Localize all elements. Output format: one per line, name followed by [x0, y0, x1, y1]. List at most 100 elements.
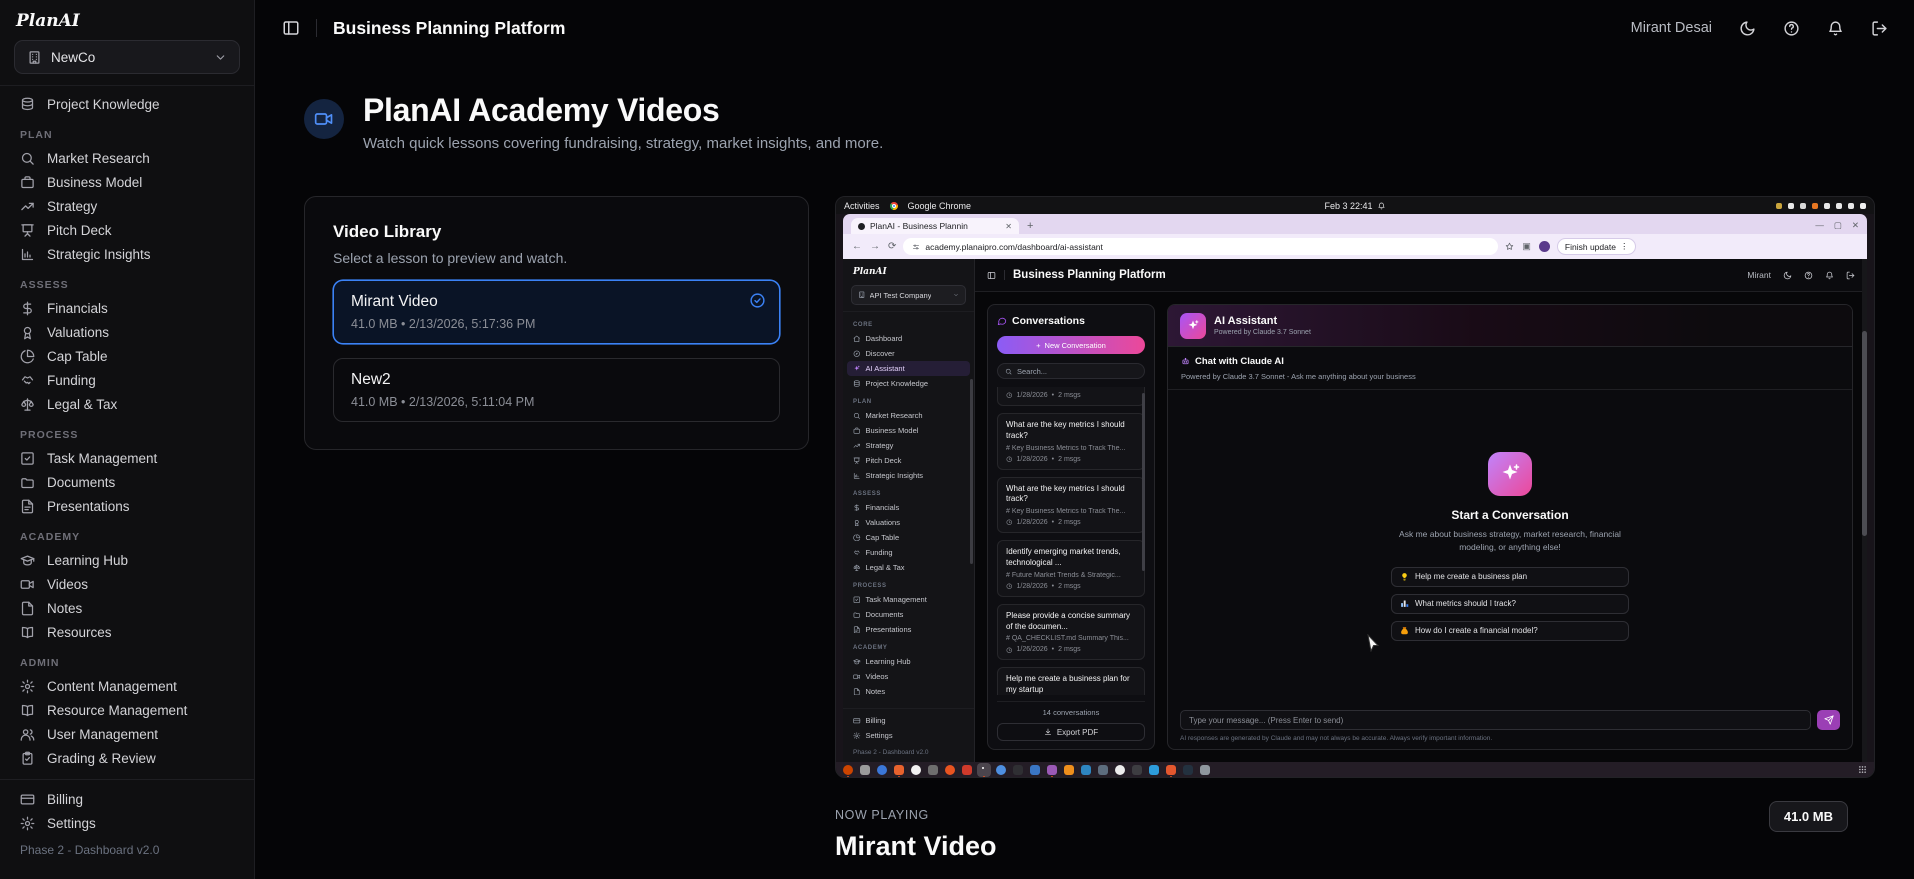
- database-icon: [20, 97, 35, 112]
- search-icon: [20, 151, 35, 166]
- sidebar-item-pitch-deck[interactable]: Pitch Deck: [0, 218, 254, 242]
- ai-sparkle-icon: [1180, 312, 1206, 339]
- sidebar-item-label: Cap Table: [47, 348, 108, 364]
- tune-icon: [912, 243, 920, 251]
- conversation-item: What are the key metrics I should track?…: [997, 476, 1145, 534]
- sidebar-item-learning-hub[interactable]: Learning Hub: [0, 548, 254, 572]
- video-meta: 41.0 MB • 2/13/2026, 5:17:36 PM: [351, 317, 536, 331]
- task-icon: [20, 451, 35, 466]
- sidebar-item-financials[interactable]: Financials: [0, 296, 254, 320]
- running-indicator: [898, 775, 900, 777]
- sidebar-item-user-management[interactable]: User Management: [0, 722, 254, 746]
- video-list-item-new2[interactable]: New2 41.0 MB • 2/13/2026, 5:11:04 PM: [333, 358, 780, 422]
- conversations-panel: Conversations + New Conversation Search.…: [987, 304, 1155, 750]
- chat-subtitle: Powered by Claude 3.7 Sonnet - Ask me an…: [1181, 372, 1416, 381]
- help-icon[interactable]: [1783, 20, 1800, 37]
- chrome-urlbar: ← → ⟳ academy.planaipro.com/dashboard/ai-a…: [843, 234, 1867, 259]
- conversation-msgs: 2 msgs: [1058, 646, 1081, 654]
- company-selector[interactable]: NewCo: [14, 40, 240, 74]
- database-icon: [853, 380, 861, 388]
- trend-icon: [20, 199, 35, 214]
- pie-icon: [20, 349, 35, 364]
- embedded-sidebar-item-strategic-insights: Strategic Insights: [843, 468, 974, 483]
- dock-app-icon: [877, 764, 887, 775]
- company-name: NewCo: [51, 49, 96, 65]
- empty-state-title: Start a Conversation: [1451, 508, 1569, 523]
- sidebar-item-resource-management[interactable]: Resource Management: [0, 698, 254, 722]
- clock-icon: [1006, 392, 1013, 399]
- embedded-sidebar-item-dashboard: Dashboard: [843, 331, 974, 346]
- embedded-sidebar-item-documents: Documents: [843, 607, 974, 622]
- sidebar-item-business-model[interactable]: Business Model: [0, 170, 254, 194]
- sidebar-item-content-management[interactable]: Content Management: [0, 674, 254, 698]
- sidebar-item-label: Market Research: [47, 150, 150, 166]
- header-divider: [316, 19, 317, 37]
- dock-icon-glyph: [945, 764, 955, 775]
- running-indicator: [983, 775, 985, 777]
- bookmark-star-icon: [1505, 242, 1514, 251]
- embedded-sidebar-item-strategy: Strategy: [843, 438, 974, 453]
- suggestion-what-metrics-should-i-track: What metrics should I track?: [1391, 593, 1629, 614]
- doc-icon: [853, 626, 861, 634]
- video-list-item-mirant-video[interactable]: Mirant Video 41.0 MB • 2/13/2026, 5:17:36…: [333, 280, 780, 344]
- moon-icon[interactable]: [1739, 20, 1756, 37]
- ai-powered-by: Powered by Claude 3.7 Sonnet: [1214, 329, 1311, 336]
- sidebar-item-notes[interactable]: Notes: [0, 596, 254, 620]
- conversation-date: 1/28/2026: [1016, 582, 1048, 590]
- sidebar-item-billing[interactable]: Billing: [0, 787, 254, 811]
- sidebar-item-videos[interactable]: Videos: [0, 572, 254, 596]
- sidebar-item-settings[interactable]: Settings: [0, 811, 254, 835]
- video-icon: [314, 109, 334, 129]
- sidebar-item-market-research[interactable]: Market Research: [0, 146, 254, 170]
- dollar-icon: [20, 301, 35, 316]
- chrome-icon: [889, 201, 898, 210]
- logout-icon[interactable]: [1871, 20, 1888, 37]
- embedded-sidebar: PlanAI API Test Company CORE Dashboard Dis…: [843, 259, 975, 762]
- sidebar-item-grading-review[interactable]: Grading & Review: [0, 746, 254, 770]
- sidebar-item-label: Documents: [865, 610, 904, 619]
- sidebar-item-label: Documents: [47, 474, 116, 490]
- main-area: Business Planning Platform Mirant Desai …: [255, 0, 1914, 879]
- sidebar-item-task-management[interactable]: Task Management: [0, 446, 254, 470]
- sidebar-item-valuations[interactable]: Valuations: [0, 320, 254, 344]
- video-badge: [304, 99, 344, 139]
- bell-icon[interactable]: [1827, 20, 1844, 37]
- embedded-sidebar-item-market-research: Market Research: [843, 408, 974, 423]
- embedded-sidebar-item-notes: Notes: [843, 684, 974, 699]
- sidebar-item-presentations[interactable]: Presentations: [0, 494, 254, 518]
- now-playing-title: Mirant Video: [835, 831, 997, 861]
- sidebar-item-resources[interactable]: Resources: [0, 620, 254, 644]
- sidebar-item-label: Discover: [865, 349, 895, 358]
- chrome-window: PlanAI - Business Plannin ✕ + — ▢ ✕ ← → …: [843, 214, 1867, 762]
- conversation-subtitle: # QA_CHECKLIST.md Summary This...: [1006, 635, 1129, 643]
- menu-dots-icon: ⋮: [1619, 241, 1629, 251]
- conversation-subtitle: # Key Business Metrics to Track The...: [1006, 508, 1126, 516]
- sidebar-toggle-icon[interactable]: [282, 19, 300, 37]
- embedded-sidebar-scrollbar: [970, 379, 973, 564]
- ai-assistant-panel: AI Assistant Powered by Claude 3.7 Sonne…: [1167, 304, 1853, 750]
- sidebar-item-strategic-insights[interactable]: Strategic Insights: [0, 242, 254, 266]
- sidebar-item-project-knowledge[interactable]: Project Knowledge: [0, 92, 254, 116]
- sidebar-item-funding[interactable]: Funding: [0, 368, 254, 392]
- gradcap-icon: [853, 658, 861, 666]
- tray-icon: [1824, 202, 1830, 209]
- embedded-company-selector: API Test Company: [851, 285, 966, 305]
- sidebar-item-strategy[interactable]: Strategy: [0, 194, 254, 218]
- user-name[interactable]: Mirant Desai: [1631, 20, 1712, 36]
- sidebar-item-label: Legal & Tax: [865, 563, 905, 572]
- embedded-title: Business Planning Platform: [1013, 269, 1166, 281]
- sidebar-item-cap-table[interactable]: Cap Table: [0, 344, 254, 368]
- conversation-meta: 1/26/2026 • 2 msgs: [1006, 646, 1136, 653]
- dock-icon-glyph: [962, 764, 972, 775]
- sidebar-item-label: Learning Hub: [47, 552, 129, 568]
- sidebar-item-label: Notes: [865, 687, 886, 696]
- sidebar-item-label: Resources: [47, 624, 112, 640]
- sidebar-item-label: Strategic Insights: [47, 246, 151, 262]
- sidebar-item-legal-tax[interactable]: Legal & Tax: [0, 392, 254, 416]
- sidebar-toggle-icon: [987, 271, 996, 280]
- sidebar-item-label: Presentations: [47, 498, 130, 514]
- dock-icon-glyph: [911, 764, 921, 775]
- sidebar-item-documents[interactable]: Documents: [0, 470, 254, 494]
- sidebar-item-label: Settings: [865, 731, 893, 740]
- video-player[interactable]: Activities Google Chrome Feb 3 22:41 Pla…: [835, 196, 1875, 778]
